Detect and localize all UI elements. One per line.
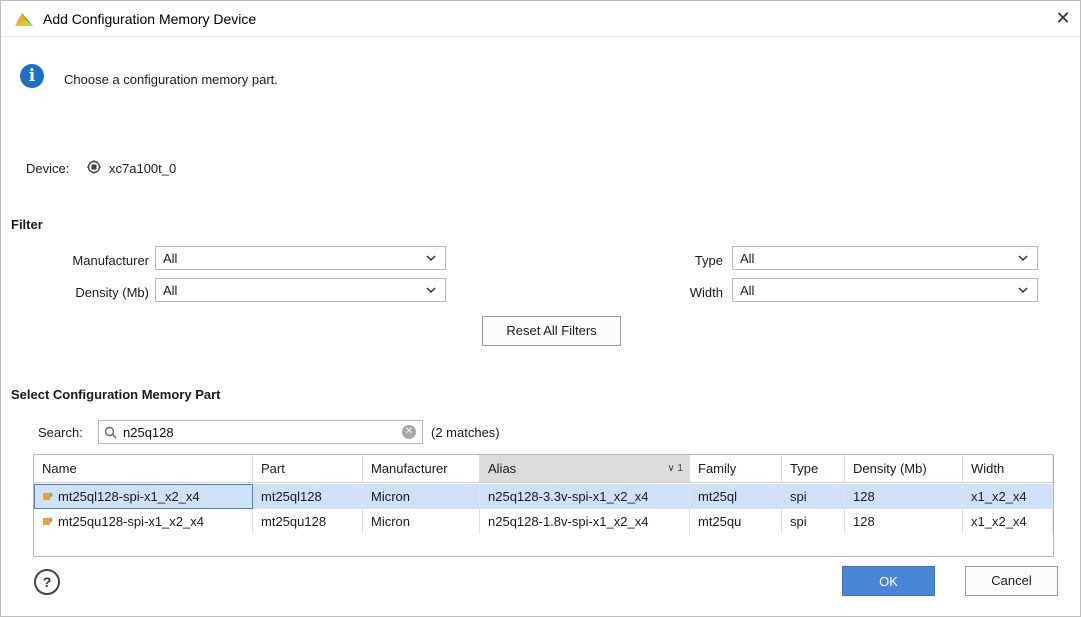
cell-name: mt25ql128-spi-x1_x2_x4: [34, 484, 253, 509]
width-value: All: [740, 283, 755, 298]
vivado-logo-icon: [15, 13, 33, 26]
type-value: All: [740, 251, 755, 266]
column-header-name[interactable]: Name: [34, 455, 253, 482]
column-header-alias-label: Alias: [488, 461, 517, 476]
device-value: xc7a100t_0: [109, 161, 177, 176]
cell-manufacturer: Micron: [363, 509, 480, 534]
cell-width: x1_x2_x4: [963, 509, 1053, 534]
width-select[interactable]: All: [732, 278, 1038, 302]
chevron-down-icon: [1018, 287, 1028, 294]
density-select[interactable]: All: [155, 278, 446, 302]
memory-part-icon: [43, 517, 53, 525]
search-box[interactable]: ✕: [98, 420, 423, 444]
cell-alias: n25q128-1.8v-spi-x1_x2_x4: [480, 509, 690, 534]
width-label: Width: [689, 285, 723, 300]
chevron-down-icon: [426, 287, 436, 294]
manufacturer-value: All: [163, 251, 178, 266]
cell-alias: n25q128-3.3v-spi-x1_x2_x4: [480, 484, 690, 509]
column-header-type[interactable]: Type: [782, 455, 845, 482]
title-bar[interactable]: Add Configuration Memory Device ✕: [1, 1, 1080, 37]
search-label: Search:: [38, 425, 83, 440]
select-part-section-title: Select Configuration Memory Part: [11, 387, 221, 402]
manufacturer-label: Manufacturer: [72, 253, 149, 268]
clear-search-icon[interactable]: ✕: [402, 425, 416, 439]
chevron-down-icon: [1018, 255, 1028, 262]
search-icon: [104, 426, 117, 439]
window-title: Add Configuration Memory Device: [43, 11, 257, 27]
density-label: Density (Mb): [75, 285, 149, 300]
cell-family: mt25ql: [690, 484, 782, 509]
cell-part: mt25ql128: [253, 484, 363, 509]
cell-type: spi: [782, 484, 845, 509]
type-label: Type: [694, 253, 723, 268]
device-label: Device:: [26, 161, 70, 176]
column-header-part[interactable]: Part: [253, 455, 363, 482]
help-icon[interactable]: ?: [34, 569, 60, 595]
column-header-manufacturer[interactable]: Manufacturer: [363, 455, 480, 482]
manufacturer-select[interactable]: All: [155, 246, 446, 270]
chip-icon: [87, 160, 101, 174]
cell-name: mt25qu128-spi-x1_x2_x4: [34, 509, 253, 534]
sort-indicator-icon: ∨ 1: [667, 463, 683, 474]
table-header: Name Part Manufacturer Alias ∨ 1 Family …: [34, 455, 1053, 483]
cell-width: x1_x2_x4: [963, 484, 1053, 509]
filter-section-title: Filter: [11, 217, 43, 232]
table-row[interactable]: mt25qu128-spi-x1_x2_x4 mt25qu128 Micron …: [34, 509, 1053, 534]
type-select[interactable]: All: [732, 246, 1038, 270]
cell-density: 128: [845, 484, 963, 509]
cancel-button[interactable]: Cancel: [965, 566, 1058, 596]
column-header-family[interactable]: Family: [690, 455, 782, 482]
info-icon: i: [20, 64, 44, 88]
cell-manufacturer: Micron: [363, 484, 480, 509]
cell-family: mt25qu: [690, 509, 782, 534]
density-value: All: [163, 283, 178, 298]
reset-filters-button[interactable]: Reset All Filters: [482, 316, 621, 346]
memory-part-icon: [43, 492, 53, 500]
info-message: Choose a configuration memory part.: [64, 72, 278, 87]
parts-table[interactable]: Name Part Manufacturer Alias ∨ 1 Family …: [33, 454, 1054, 557]
search-input[interactable]: [123, 423, 393, 441]
column-header-density[interactable]: Density (Mb): [845, 455, 963, 482]
chevron-down-icon: [426, 255, 436, 262]
ok-button[interactable]: OK: [842, 566, 935, 596]
match-count: (2 matches): [431, 425, 500, 440]
close-icon[interactable]: ✕: [1050, 5, 1076, 31]
cell-density: 128: [845, 509, 963, 534]
dialog-window: Add Configuration Memory Device ✕ i Choo…: [0, 0, 1081, 617]
table-row[interactable]: mt25ql128-spi-x1_x2_x4 mt25ql128 Micron …: [34, 484, 1053, 509]
cell-part: mt25qu128: [253, 509, 363, 534]
column-header-alias[interactable]: Alias ∨ 1: [480, 455, 690, 482]
column-header-width[interactable]: Width: [963, 455, 1053, 482]
cell-type: spi: [782, 509, 845, 534]
